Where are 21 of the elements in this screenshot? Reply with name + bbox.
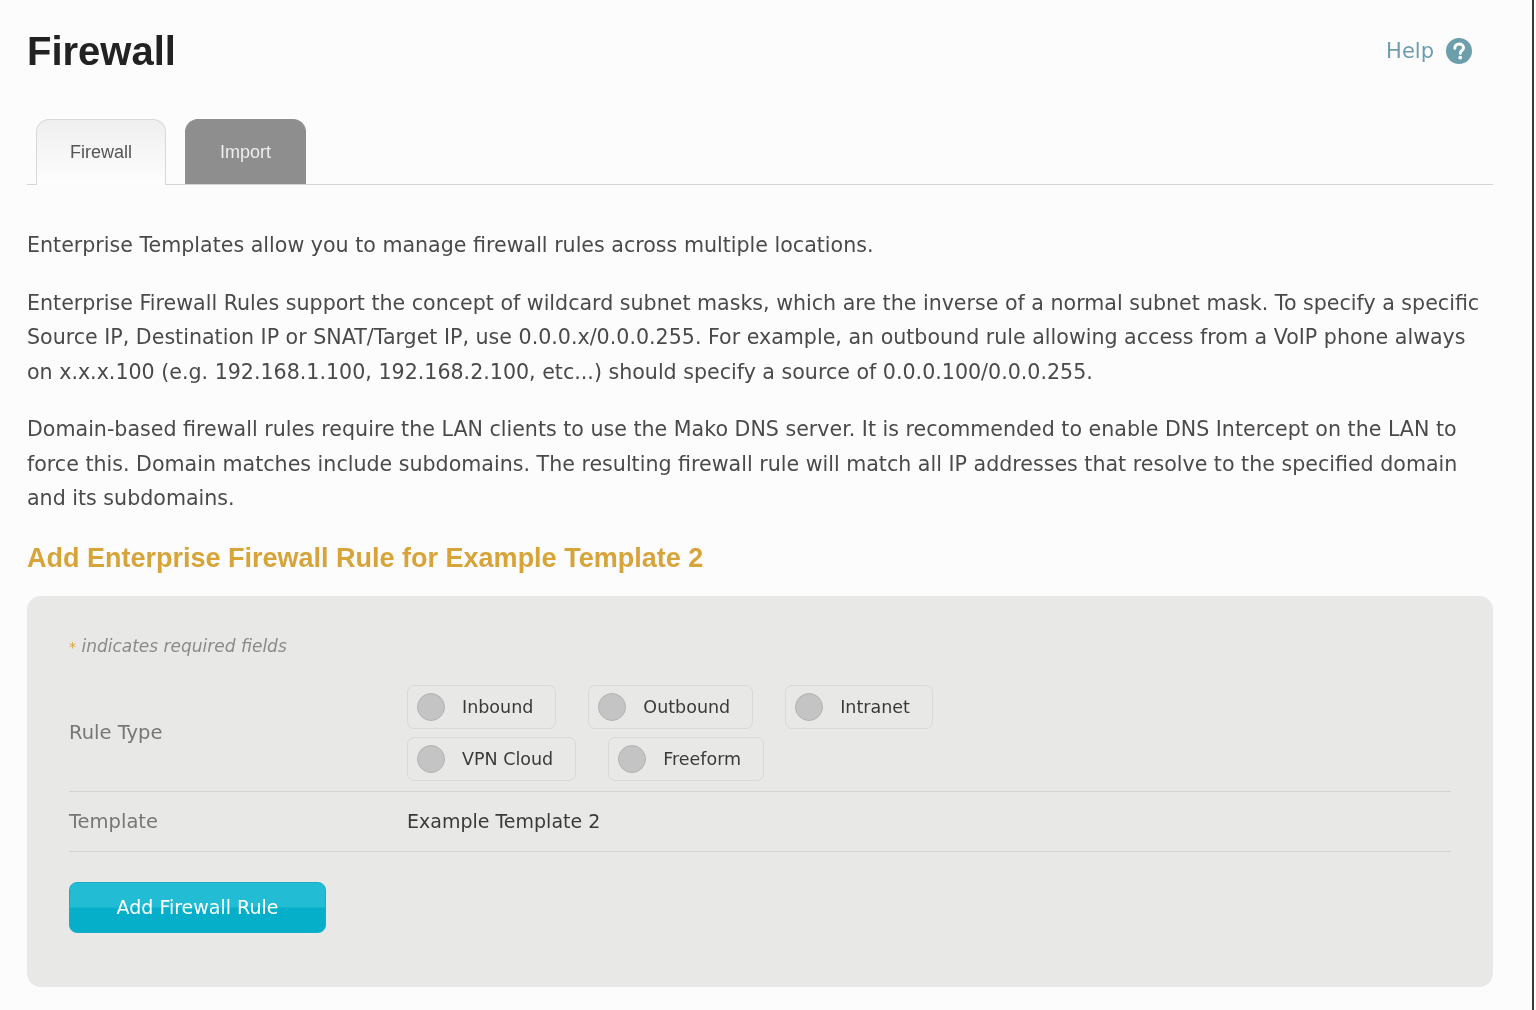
rule-type-option[interactable]: Intranet bbox=[785, 684, 933, 729]
field-value: Example Template 2 bbox=[407, 810, 601, 832]
radio-button[interactable] bbox=[417, 744, 445, 773]
radio-button[interactable] bbox=[598, 692, 627, 721]
intro-paragraph: Enterprise Templates allow you to manage firewall rules across multiple locations. bbox=[27, 232, 875, 259]
help-icon bbox=[1446, 38, 1472, 64]
radio-button[interactable] bbox=[795, 692, 824, 721]
intro-paragraph: Enterprise Firewall Rules support the concept of wildcard subnet masks, which are the inverse of a normal subnet mask. To specify a specific Source IP, Destination IP or SNAT/Target IP, use 0.0.0.x/0.0.0.255. For example, an outbound rule allowing access from a VoIP phone always on x.x.x.100 (e.g. 192.168.1.100, 192.168.2.100, etc...) should specify a source of 0.0.0.100/0.0.0.255. bbox=[27, 289, 1481, 386]
rule-type-option[interactable]: VPN Cloud bbox=[407, 736, 577, 781]
radio-button[interactable] bbox=[618, 744, 647, 773]
field-label: Template bbox=[69, 809, 159, 833]
rule-type-option[interactable]: Inbound bbox=[407, 684, 557, 729]
field-label: Rule Type bbox=[69, 721, 164, 744]
rule-type-option[interactable]: Freeform bbox=[608, 736, 765, 781]
tab[interactable]: Firewall bbox=[36, 119, 166, 185]
form-heading: Add Enterprise Firewall Rule for Example Template 2 bbox=[27, 541, 705, 575]
page-title: Firewall bbox=[27, 28, 176, 75]
rule-type-option[interactable]: Outbound bbox=[588, 684, 754, 729]
required-fields-note: * indicates required fields bbox=[69, 634, 288, 658]
radio-button[interactable] bbox=[417, 692, 445, 721]
intro-paragraph: Domain-based firewall rules require the LAN clients to use the Mako DNS server. It is recommended to enable DNS Intercept on the LAN to force this. Domain matches include subdomains. The resulting firewall rule will match all IP addresses that resolve to the specified domain and its subdomains. bbox=[27, 416, 1459, 512]
